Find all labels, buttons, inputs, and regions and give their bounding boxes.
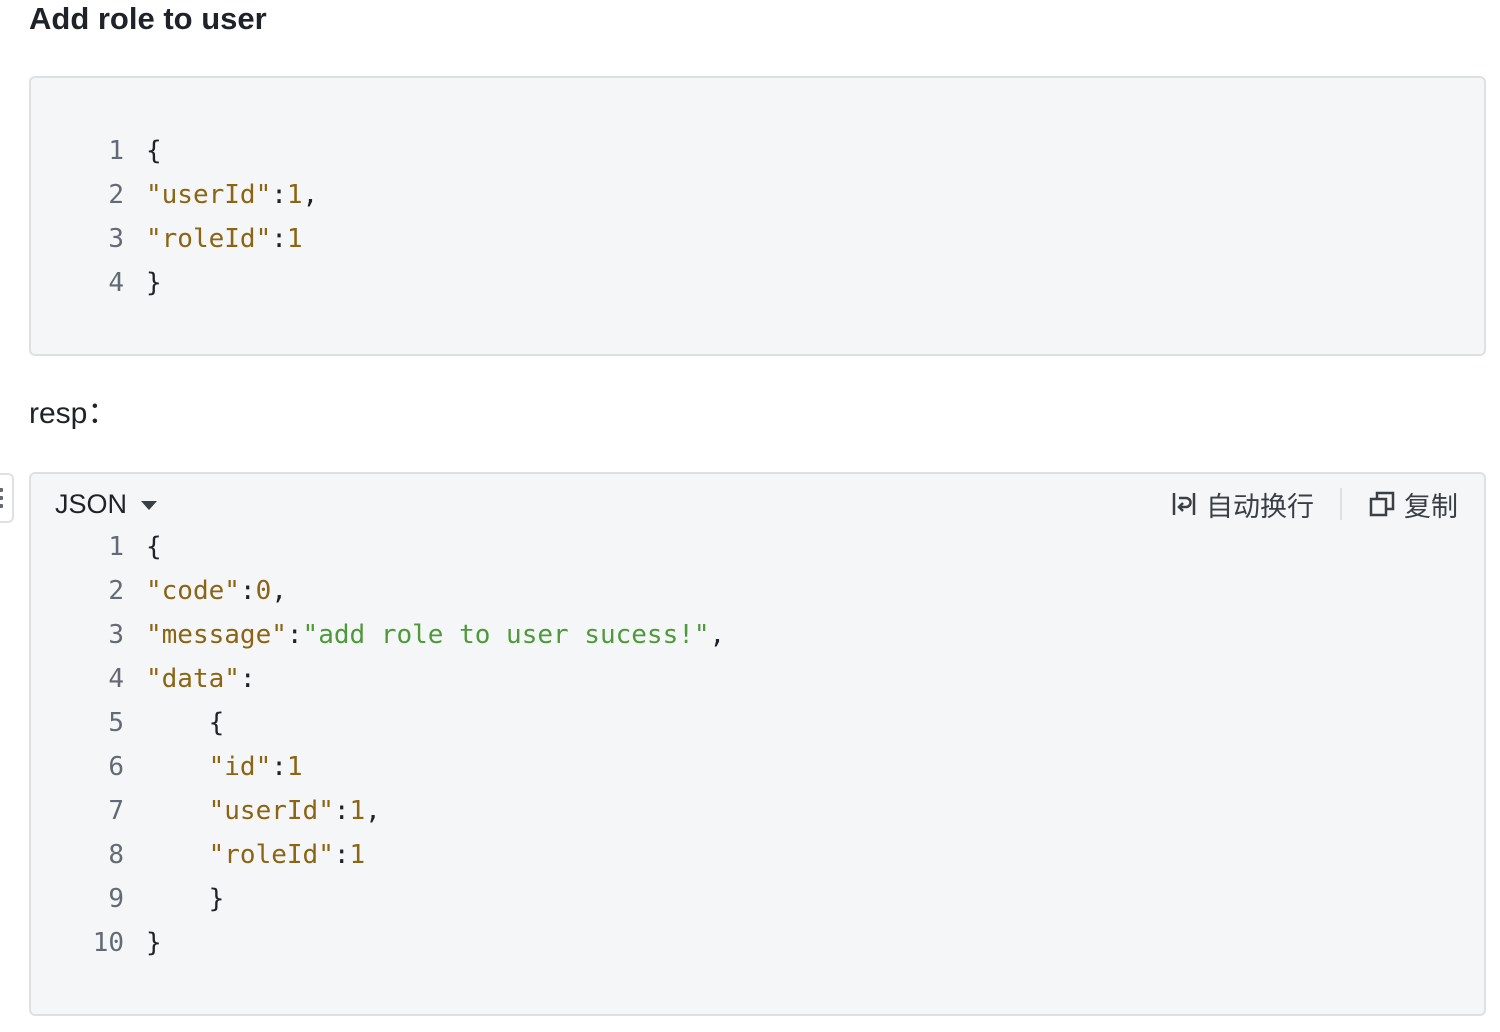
line-content: "data":: [124, 657, 256, 701]
code-token: }: [146, 928, 162, 958]
line-content: "code":0,: [124, 569, 287, 613]
resp-label: resp：: [29, 397, 118, 430]
line-number: 9: [108, 884, 124, 914]
code-token: 1: [286, 180, 303, 210]
line-content: "roleId":1: [124, 833, 366, 877]
code-token: :: [271, 224, 287, 254]
line-number: 10: [92, 928, 124, 958]
code-token: }: [146, 884, 225, 914]
code-token: :: [239, 576, 256, 606]
line-content: "userId":1,: [124, 789, 381, 833]
request-code[interactable]: 1{2 "userId":1, 3 "roleId":1 4}: [31, 129, 1484, 305]
line-content: "message":"add role to user sucess!",: [124, 613, 725, 657]
code-token: 0: [255, 576, 272, 606]
code-toolbar: 自动换行 复制: [1170, 486, 1458, 522]
line-number: 1: [108, 136, 124, 166]
code-token: :: [239, 664, 256, 694]
code-line: 9 }: [31, 877, 1484, 921]
line-number: 5: [108, 708, 124, 738]
code-token: "code": [146, 576, 240, 606]
line-number: 2: [108, 576, 124, 606]
code-token: {: [146, 136, 162, 166]
code-line: 4}: [31, 261, 1484, 305]
code-token: 1: [286, 752, 303, 782]
code-line: 2 "userId":1,: [31, 173, 1484, 217]
line-number: 7: [108, 796, 124, 826]
line-content: }: [124, 877, 225, 921]
caret-down-icon: [141, 500, 158, 510]
response-code[interactable]: 1{2 "code":0, 3 "message":"add role to user…: [31, 525, 1484, 965]
wrap-icon: [1172, 493, 1196, 515]
line-number: 6: [108, 752, 124, 782]
line-content: "userId":1,: [124, 173, 318, 217]
toolbar-divider: [1340, 488, 1342, 520]
line-number: 8: [108, 840, 124, 870]
line-number: 4: [108, 664, 124, 694]
code-token: 1: [286, 224, 303, 254]
line-number: 3: [108, 224, 124, 254]
line-content: {: [124, 701, 225, 745]
code-line: 8 "roleId":1: [31, 833, 1484, 877]
code-line: 1{: [31, 525, 1484, 569]
line-content: "roleId":1: [124, 217, 303, 261]
line-number: 1: [108, 532, 124, 562]
line-content: }: [124, 261, 162, 305]
code-token: :: [333, 840, 350, 870]
code-line: 5 {: [31, 701, 1484, 745]
response-code-block[interactable]: JSON 自动换行 复制 1{2 "code":0, 3 "message":"add…: [29, 472, 1486, 1016]
code-token: "id": [208, 752, 272, 782]
code-line: 10}: [31, 921, 1484, 965]
code-line: 3 "message":"add role to user sucess!",: [31, 613, 1484, 657]
code-token: "roleId": [208, 840, 334, 870]
code-token: "userId": [146, 180, 272, 210]
line-number: 3: [108, 620, 124, 650]
page-heading: Add role to user: [29, 1, 267, 36]
code-token: "add role to user sucess!": [302, 620, 710, 650]
copy-button[interactable]: 复制: [1368, 485, 1458, 524]
code-token: :: [271, 752, 287, 782]
code-token: 1: [349, 840, 366, 870]
code-token: ,: [302, 180, 319, 210]
code-token: ,: [271, 576, 287, 606]
line-content: "id":1: [124, 745, 303, 789]
request-code-block[interactable]: 1{2 "userId":1, 3 "roleId":1 4}: [29, 76, 1486, 356]
code-token: {: [146, 532, 162, 562]
language-selector[interactable]: JSON: [55, 486, 158, 522]
code-token: :: [271, 180, 287, 210]
drag-handle-icon[interactable]: [0, 473, 14, 523]
code-token: }: [146, 268, 162, 298]
line-content: }: [124, 921, 162, 965]
code-line: 6 "id":1: [31, 745, 1484, 789]
code-token: "roleId": [146, 224, 272, 254]
wrap-toggle-button[interactable]: 自动换行: [1170, 485, 1314, 524]
copy-label: 复制: [1404, 491, 1458, 522]
code-token: ,: [709, 620, 726, 650]
code-token: :: [286, 620, 303, 650]
code-token: {: [146, 708, 225, 738]
wrap-label: 自动换行: [1206, 491, 1314, 522]
code-line: 4 "data":: [31, 657, 1484, 701]
line-number: 4: [108, 268, 124, 298]
code-line: 2 "code":0,: [31, 569, 1484, 613]
line-content: {: [124, 129, 162, 173]
line-number: 2: [108, 180, 124, 210]
language-label: JSON: [55, 489, 128, 519]
line-content: {: [124, 525, 162, 569]
code-token: "data": [146, 664, 240, 694]
code-token: :: [333, 796, 350, 826]
code-token: "userId": [208, 796, 334, 826]
code-token: ,: [365, 796, 381, 826]
code-line: 1{: [31, 129, 1484, 173]
code-line: 7 "userId":1,: [31, 789, 1484, 833]
code-token: "message": [146, 620, 287, 650]
copy-icon: [1369, 491, 1395, 517]
code-token: 1: [349, 796, 366, 826]
code-line: 3 "roleId":1: [31, 217, 1484, 261]
